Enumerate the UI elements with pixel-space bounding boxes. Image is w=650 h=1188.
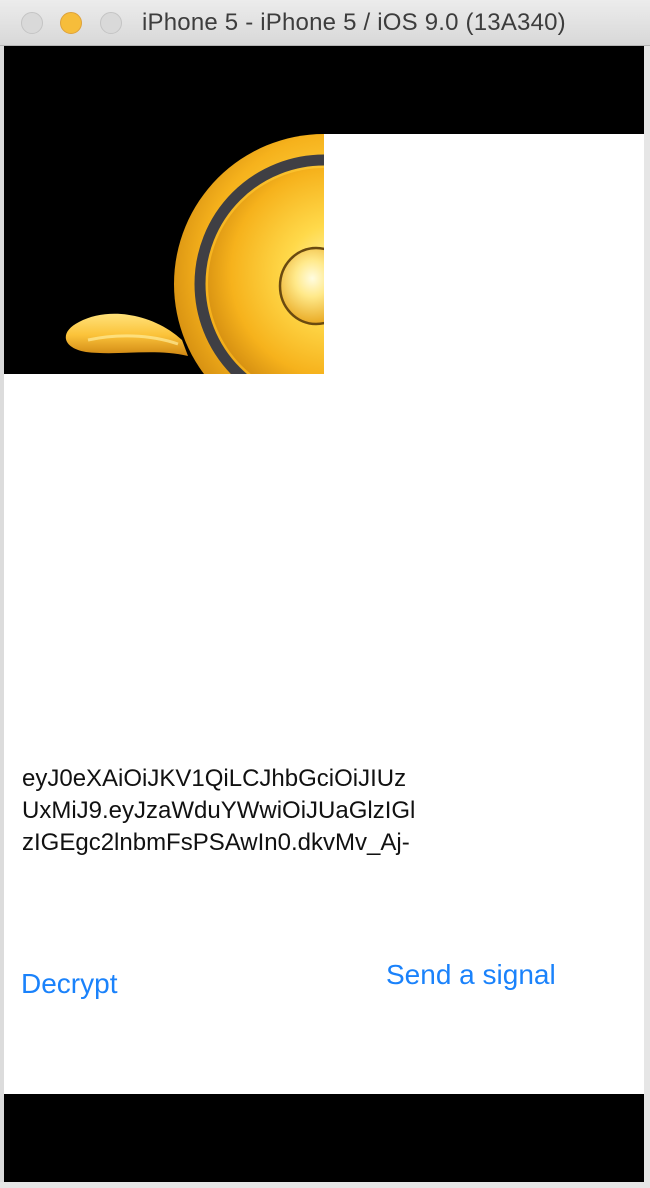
close-window-icon[interactable] <box>21 12 43 34</box>
rendered-3d-view <box>4 134 324 374</box>
minimize-window-icon[interactable] <box>60 12 82 34</box>
device-screen: eyJ0eXAiOiJKV1QiLCJhbGciOiJIUz UxMiJ9.ey… <box>4 46 644 1182</box>
window-titlebar: iPhone 5 - iPhone 5 / iOS 9.0 (13A340) <box>0 0 650 46</box>
window-bottom-edge <box>0 1182 650 1188</box>
bottom-letterbox-bar <box>4 1094 644 1182</box>
token-text: eyJ0eXAiOiJKV1QiLCJhbGciOiJIUz UxMiJ9.ey… <box>22 765 416 856</box>
top-letterbox-bar <box>4 46 644 134</box>
window-right-edge <box>644 46 650 1188</box>
window-title: iPhone 5 - iPhone 5 / iOS 9.0 (13A340) <box>142 9 566 36</box>
send-signal-button[interactable]: Send a signal <box>386 959 556 991</box>
teapot-render-icon <box>65 134 324 374</box>
decrypt-button[interactable]: Decrypt <box>21 968 117 1000</box>
zoom-window-icon[interactable] <box>100 12 122 34</box>
